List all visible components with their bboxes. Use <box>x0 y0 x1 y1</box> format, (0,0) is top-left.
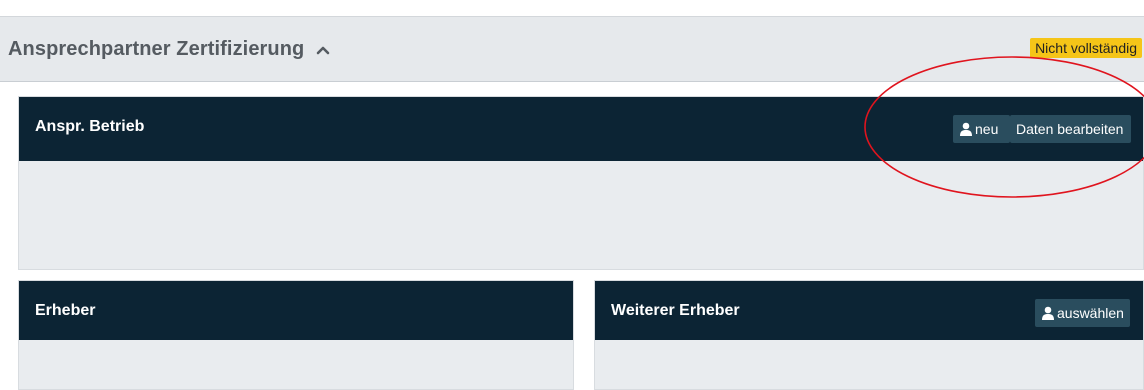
select-erheber-button[interactable]: auswählen <box>1035 299 1130 327</box>
panel-erheber: Erheber <box>18 280 574 390</box>
panel-weiterer-header: Weiterer Erheber auswählen <box>595 281 1143 340</box>
section-header: Ansprechpartner Zertifizierung Nicht vol… <box>0 16 1144 82</box>
section-toggle[interactable]: Ansprechpartner Zertifizierung <box>8 38 330 61</box>
panel-weiterer-title: Weiterer Erheber <box>611 302 740 319</box>
person-icon <box>960 122 972 136</box>
new-button-label: neu <box>975 121 999 137</box>
new-contact-button[interactable]: neu <box>953 115 1010 143</box>
panel-betrieb-header: Anspr. Betrieb neu Daten bearbeiten <box>19 97 1143 161</box>
edit-button-label: Daten bearbeiten <box>1016 121 1124 137</box>
panel-weiterer-erheber: Weiterer Erheber auswählen <box>594 280 1144 390</box>
edit-data-button[interactable]: Daten bearbeiten <box>1010 115 1131 143</box>
status-badge: Nicht vollständig <box>1030 38 1142 58</box>
panel-erheber-title: Erheber <box>35 302 96 319</box>
select-button-label: auswählen <box>1057 305 1124 321</box>
panel-erheber-header: Erheber <box>19 281 573 340</box>
panel-betrieb: Anspr. Betrieb neu Daten bearbeiten <box>18 96 1144 270</box>
chevron-up-icon <box>316 38 330 61</box>
panel-betrieb-title: Anspr. Betrieb <box>35 118 145 135</box>
section-title: Ansprechpartner Zertifizierung <box>8 38 305 60</box>
person-icon <box>1042 306 1054 320</box>
